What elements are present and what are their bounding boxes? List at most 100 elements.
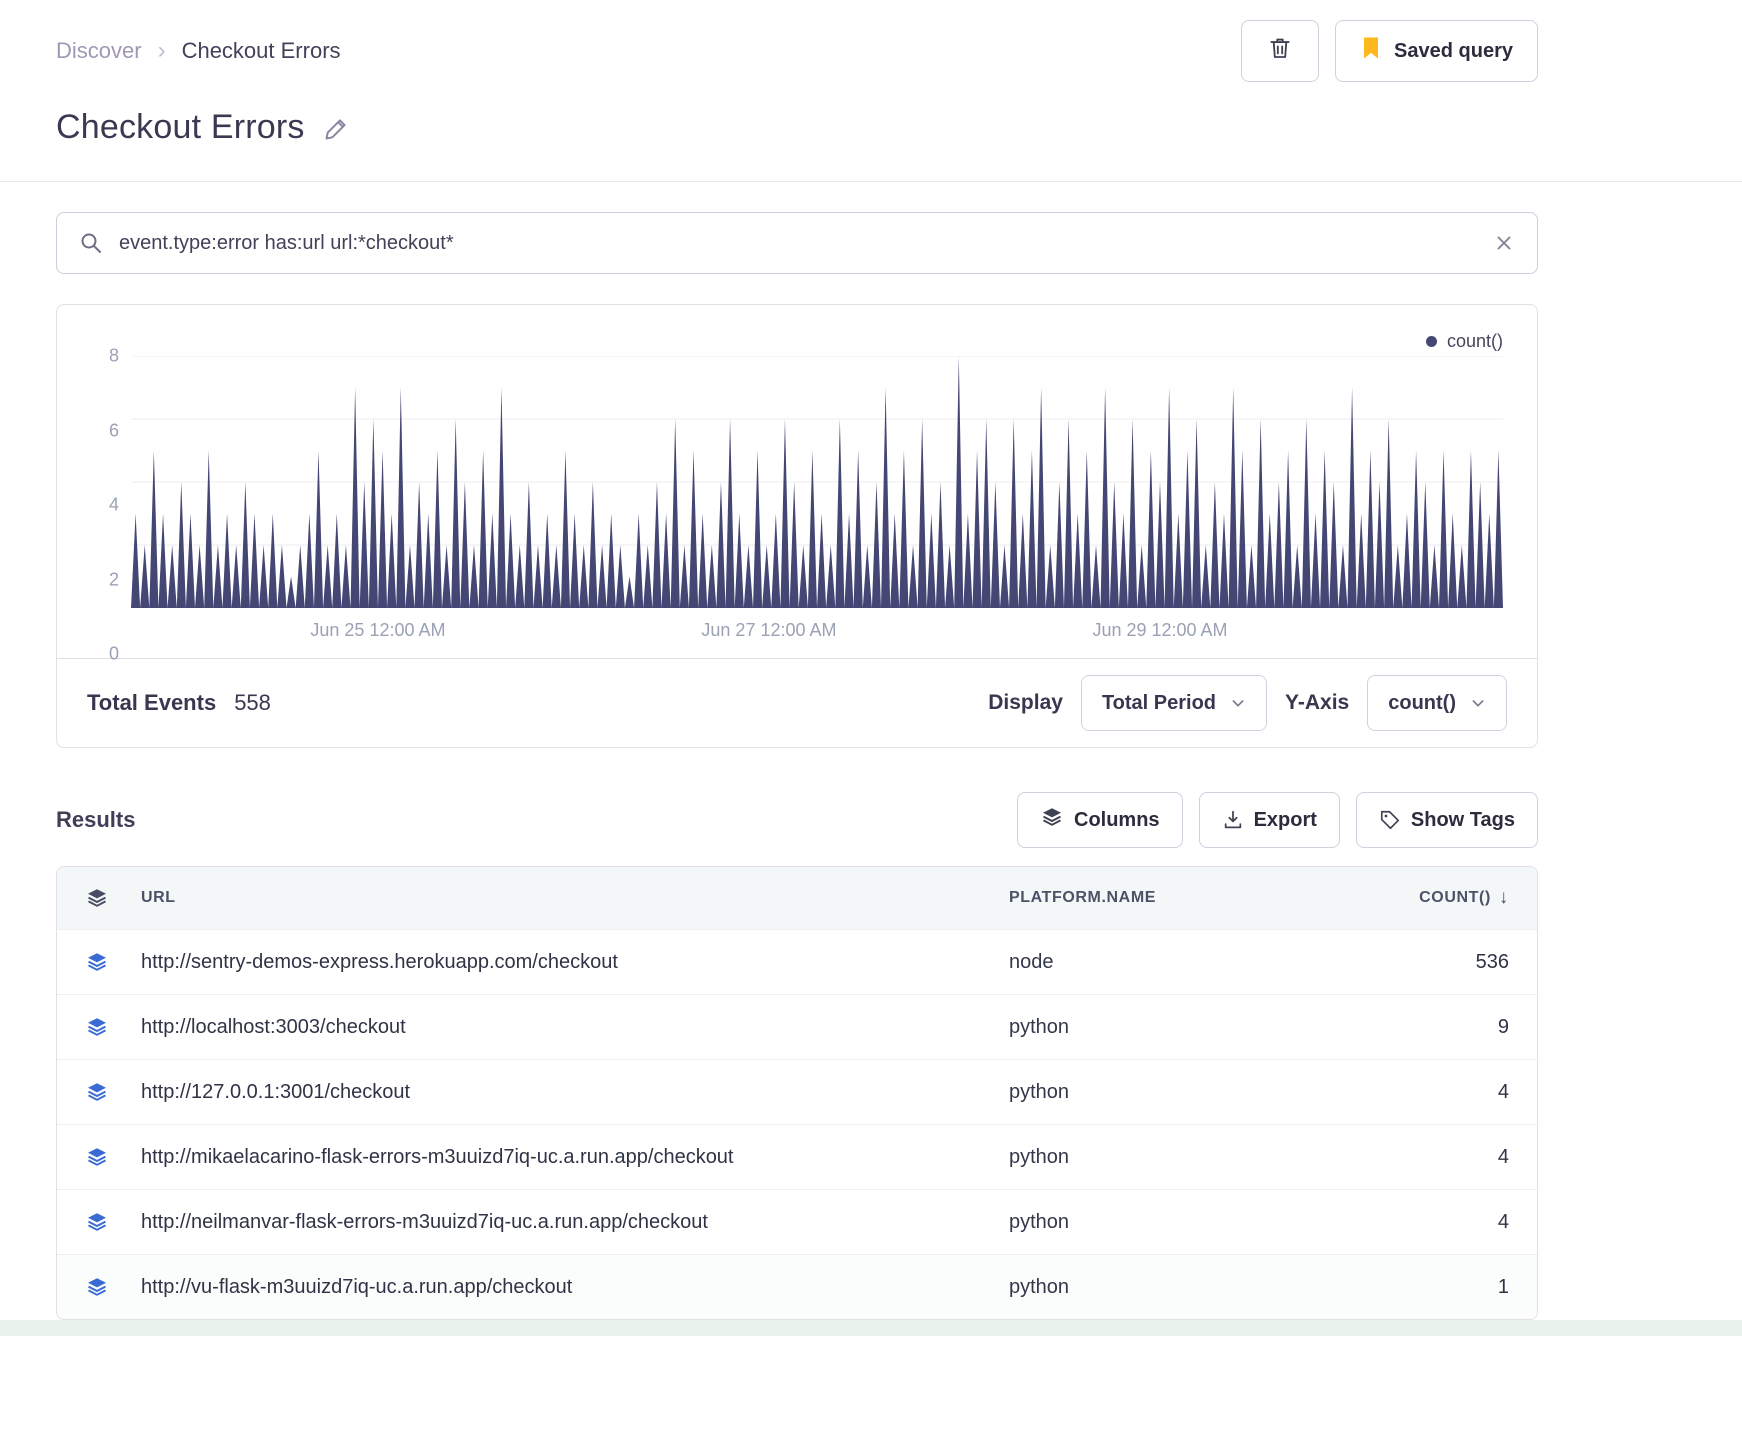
results-table-body: http://sentry-demos-express.herokuapp.co… [57,929,1537,1319]
download-icon [1222,809,1244,831]
search-icon [79,231,103,255]
row-layers-icon[interactable] [85,1275,141,1299]
yaxis-value: count() [1388,691,1456,714]
saved-query-label: Saved query [1394,39,1513,62]
breadcrumb: Discover › Checkout Errors [56,38,341,64]
results-actions: Columns Export Show Tags [1017,792,1538,848]
header-divider [0,181,1742,182]
table-row[interactable]: http://sentry-demos-express.herokuapp.co… [57,929,1537,994]
y-axis-tick-label: 0 [108,643,119,664]
total-events-value: 558 [234,690,271,715]
row-platform: python [1009,1015,1070,1038]
results-header-row: Results Columns Export Show Tags [56,792,1538,848]
clear-search-icon[interactable] [1493,232,1515,254]
total-events: Total Events 558 [87,690,271,716]
table-row[interactable]: http://neilmanvar-flask-errors-m3uuizd7i… [57,1189,1537,1254]
sort-desc-icon: ↓ [1498,887,1509,908]
chart-plot-wrap: 86420 Jun 25 12:00 AM Jun 27 12:00 AM Jun … [91,346,1503,664]
columns-button[interactable]: Columns [1017,792,1183,848]
legend-label: count() [1446,331,1503,351]
discover-page: Discover › Checkout Errors Saved query C… [0,0,1742,1320]
row-platform: python [1009,1275,1070,1298]
display-select[interactable]: Total Period [1080,675,1268,731]
table-row[interactable]: http://vu-flask-m3uuizd7iq-uc.a.run.app/… [57,1254,1537,1319]
y-axis-tick-label: 2 [108,569,119,589]
row-platform: python [1009,1145,1070,1168]
saved-query-button[interactable]: Saved query [1335,20,1538,82]
chevron-down-icon [1230,695,1246,711]
row-url[interactable]: http://localhost:3003/checkout [141,1016,1009,1039]
chart-legend[interactable]: count() [91,331,1503,352]
chart-svg[interactable] [131,356,1503,608]
top-bar: Discover › Checkout Errors Saved query [56,16,1538,86]
bottom-strip [0,1320,1742,1336]
x-axis-tick-label: Jun 25 12:00 AM [310,620,446,640]
row-layers-icon[interactable] [85,1080,141,1104]
row-count: 4 [1497,1145,1509,1168]
column-header-count[interactable]: COUNT() ↓ [1329,887,1509,909]
row-count: 9 [1497,1015,1509,1038]
search-bar[interactable]: event.type:error has:url url:*checkout* [56,212,1538,274]
row-url[interactable]: http://mikaelacarino-flask-errors-m3uuiz… [141,1146,1009,1169]
row-layers-icon[interactable] [85,1145,141,1169]
results-heading: Results [56,807,136,832]
chart-footer: Total Events 558 Display Total Period Y-… [57,658,1537,747]
row-platform: python [1009,1080,1070,1103]
row-platform: node [1009,950,1054,973]
table-row[interactable]: http://localhost:3003/checkout python 9 [57,994,1537,1059]
breadcrumb-chevron-icon: › [157,37,166,64]
show-tags-button-label: Show Tags [1410,808,1515,831]
table-row[interactable]: http://mikaelacarino-flask-errors-m3uuiz… [57,1124,1537,1189]
row-layers-icon[interactable] [85,1210,141,1234]
row-count: 1 [1497,1275,1509,1298]
export-button-label: Export [1253,808,1317,831]
page-title: Checkout Errors [56,108,305,146]
yaxis-label: Y-Axis [1285,691,1350,714]
breadcrumb-discover[interactable]: Discover [56,38,142,64]
y-axis-labels: 8 6 4 2 0 [91,346,131,664]
chart-controls: Display Total Period Y-Axis count() [988,675,1507,731]
column-header-url[interactable]: URL [141,889,1009,907]
table-header-row: URL PLATFORM.NAME COUNT() ↓ [57,867,1537,929]
table-row[interactable]: http://127.0.0.1:3001/checkout python 4 [57,1059,1537,1124]
row-url[interactable]: http://sentry-demos-express.herokuapp.co… [141,951,1009,974]
display-value: Total Period [1101,691,1217,714]
chart-area: count() 8 6 4 2 0 Jun 25 12:00 AM Jun 27 12:0… [57,305,1537,664]
row-url[interactable]: http://vu-flask-m3uuizd7iq-uc.a.run.app/… [141,1276,1009,1299]
top-actions: Saved query [1241,20,1538,82]
total-events-label: Total Events [87,690,217,715]
row-count: 4 [1497,1210,1509,1233]
search-input[interactable]: event.type:error has:url url:*checkout* [119,232,1477,255]
legend-dot-icon [1425,336,1437,347]
edit-pencil-icon[interactable] [323,114,351,142]
results-table: URL PLATFORM.NAME COUNT() ↓ http://sentr… [56,866,1538,1320]
row-count: 536 [1475,950,1509,973]
row-count: 4 [1497,1080,1509,1103]
column-header-platform[interactable]: PLATFORM.NAME [1009,889,1329,907]
row-layers-icon[interactable] [85,950,141,974]
breadcrumb-current-page: Checkout Errors [181,38,341,63]
chart-plot[interactable]: Jun 25 12:00 AM Jun 27 12:00 AM Jun 29 12:… [131,356,1503,654]
row-url[interactable]: http://127.0.0.1:3001/checkout [141,1081,1009,1104]
delete-query-button[interactable] [1241,20,1320,82]
x-axis-tick-label: Jun 27 12:00 AM [701,620,837,640]
chart-panel: count() 8 6 4 2 0 Jun 25 12:00 AM Jun 27 12:0… [56,304,1538,748]
row-layers-icon[interactable] [85,1015,141,1039]
x-axis-labels: Jun 25 12:00 AM Jun 27 12:00 AM Jun 29 12:… [131,608,1503,654]
chevron-down-icon [1470,695,1486,711]
tag-icon [1379,809,1401,831]
trash-icon [1267,35,1293,67]
show-tags-button[interactable]: Show Tags [1355,792,1538,848]
title-row: Checkout Errors [56,108,1538,147]
y-axis-tick-label: 6 [108,420,119,440]
layers-icon [1040,805,1064,835]
bookmark-icon [1360,36,1382,66]
yaxis-select[interactable]: count() [1367,675,1507,731]
export-button[interactable]: Export [1198,792,1340,848]
row-url[interactable]: http://neilmanvar-flask-errors-m3uuizd7i… [141,1211,1009,1234]
count-header-label: COUNT() [1419,889,1491,906]
y-axis-tick-label: 8 [108,345,119,366]
display-label: Display [988,691,1063,714]
x-axis-tick-label: Jun 29 12:00 AM [1092,620,1228,640]
header-layers-icon [85,886,141,910]
